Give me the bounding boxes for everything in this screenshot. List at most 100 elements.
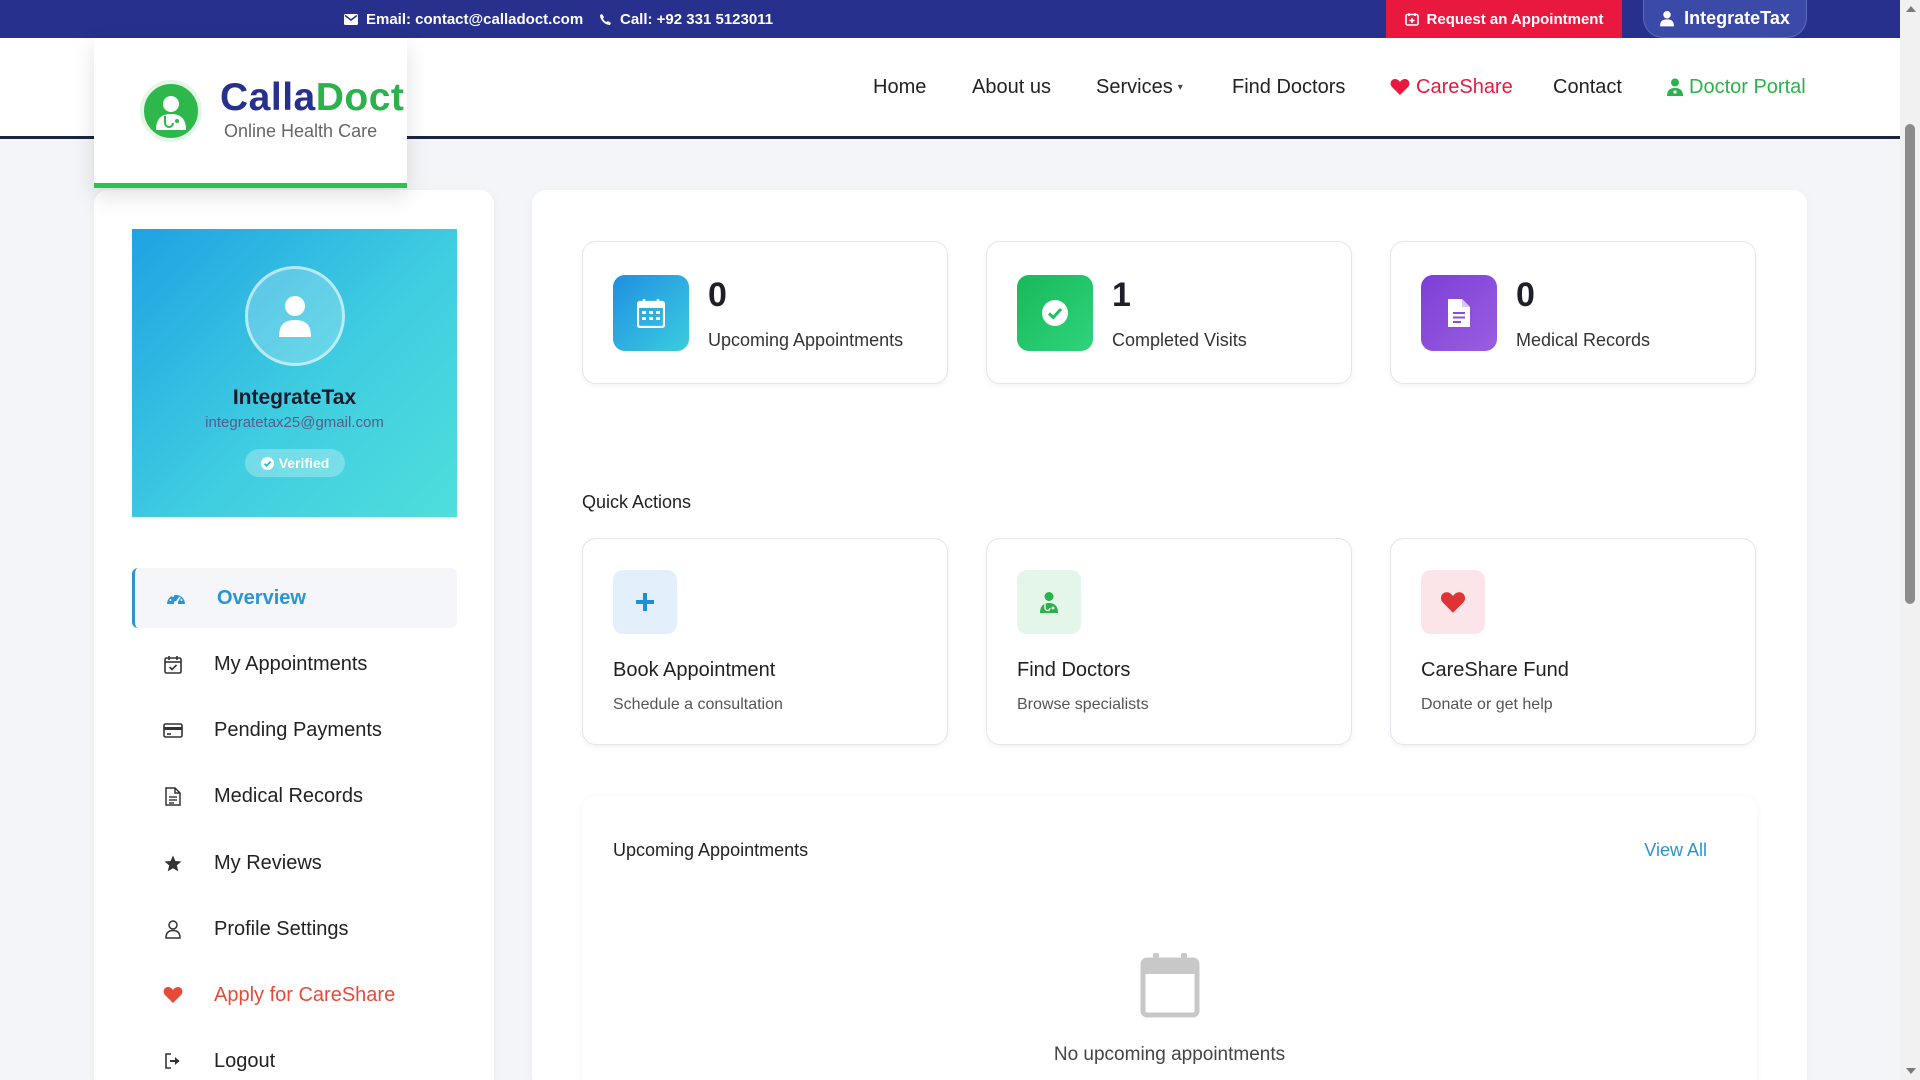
star-icon [162, 852, 184, 874]
sidebar-item-label: Profile Settings [214, 917, 349, 940]
nav-find-doctors[interactable]: Find Doctors [1232, 38, 1345, 136]
document-icon [162, 785, 184, 807]
heart-icon [1390, 78, 1410, 96]
scroll-down-icon[interactable] [1906, 1068, 1916, 1074]
view-all-link[interactable]: View All [1644, 840, 1707, 861]
quick-action-subtitle: Browse specialists [1017, 696, 1149, 713]
quick-action-subtitle: Donate or get help [1421, 696, 1553, 713]
sidebar-item-label: Pending Payments [214, 718, 382, 741]
main-content: 0 Upcoming Appointments 1 Completed Visi… [532, 190, 1807, 1080]
calendar-icon [613, 275, 689, 351]
profile-email: integratetax25@gmail.com [205, 414, 384, 431]
scroll-up-icon[interactable] [1906, 6, 1916, 12]
sidebar-item-medical-records[interactable]: Medical Records [132, 766, 457, 826]
verified-label: Verified [278, 455, 330, 471]
user-icon [1660, 11, 1675, 27]
check-circle-icon [260, 456, 274, 470]
brand-name: CallaDoct [220, 76, 404, 120]
credit-card-icon [162, 719, 184, 741]
logo-doctor-icon [140, 80, 202, 142]
calendar-plus-icon [1404, 12, 1419, 26]
quick-action-find-doctors[interactable]: Find Doctors Browse specialists [986, 538, 1352, 745]
email-text: Email: contact@calladoct.com [366, 10, 584, 28]
stat-value: 0 [708, 276, 727, 314]
sidebar-item-label: My Reviews [214, 851, 322, 874]
stat-card-completed: 1 Completed Visits [986, 241, 1352, 384]
brand-logo[interactable]: CallaDoct Online Health Care [94, 38, 407, 188]
upcoming-appointments-card: Upcoming Appointments View All No upcomi… [582, 796, 1757, 1080]
stat-label: Upcoming Appointments [708, 330, 904, 350]
quick-action-careshare-fund[interactable]: CareShare Fund Donate or get help [1390, 538, 1756, 745]
quick-actions-title: Quick Actions [582, 492, 692, 512]
quick-action-book-appointment[interactable]: Book Appointment Schedule a consultation [582, 538, 948, 745]
email-contact[interactable]: Email: contact@calladoct.com [344, 0, 583, 38]
sidebar-item-logout[interactable]: Logout [132, 1031, 457, 1080]
verified-badge: Verified [245, 449, 345, 477]
upcoming-appointments-title: Upcoming Appointments [613, 840, 809, 860]
heart-icon [1421, 570, 1485, 634]
brand-name-part2: Doct [315, 76, 405, 119]
brand-name-part1: Calla [220, 76, 316, 119]
sidebar-item-label: Overview [217, 586, 306, 609]
logout-icon [162, 1050, 184, 1072]
sidebar-item-label: Logout [214, 1049, 276, 1072]
sidebar-item-label: Apply for CareShare [214, 983, 396, 1006]
phone-text: Call: +92 331 5123011 [620, 10, 774, 28]
quick-action-title: CareShare Fund [1421, 659, 1569, 681]
sidebar: IntegrateTax integratetax25@gmail.com Ve… [94, 190, 494, 1080]
calendar-check-icon [162, 653, 184, 675]
nav-home[interactable]: Home [873, 38, 926, 136]
dashboard-icon [165, 587, 187, 609]
nav-doctor-portal-label: Doctor Portal [1689, 75, 1806, 98]
chevron-down-icon: ▾ [1177, 81, 1183, 93]
request-appointment-button[interactable]: Request an Appointment [1386, 0, 1622, 38]
file-icon [1421, 275, 1497, 351]
sidebar-item-pending-payments[interactable]: Pending Payments [132, 700, 457, 760]
page-scrollbar[interactable] [1900, 0, 1920, 1080]
stat-label: Medical Records [1516, 330, 1651, 350]
nav-about[interactable]: About us [972, 38, 1051, 136]
user-avatar-icon [279, 296, 311, 337]
nav-services[interactable]: Services ▾ [1096, 38, 1183, 136]
top-bar: Email: contact@calladoct.com Call: +92 3… [0, 0, 1900, 38]
quick-action-subtitle: Schedule a consultation [613, 696, 783, 713]
sidebar-item-label: My Appointments [214, 652, 368, 675]
quick-action-title: Book Appointment [613, 659, 776, 681]
nav-services-label: Services [1096, 75, 1173, 98]
empty-calendar-icon [1140, 952, 1200, 1018]
sidebar-item-label: Medical Records [214, 784, 363, 807]
nav-careshare[interactable]: CareShare [1390, 38, 1513, 136]
nav-doctor-portal[interactable]: Doctor Portal [1667, 38, 1806, 136]
sidebar-item-my-reviews[interactable]: My Reviews [132, 833, 457, 893]
envelope-icon [344, 12, 358, 26]
stat-value: 0 [1516, 276, 1535, 314]
profile-card: IntegrateTax integratetax25@gmail.com Ve… [132, 229, 457, 517]
brand-tagline: Online Health Care [224, 121, 378, 141]
scrollbar-thumb[interactable] [1905, 124, 1915, 604]
doctor-icon [1017, 570, 1081, 634]
stat-card-upcoming: 0 Upcoming Appointments [582, 241, 948, 384]
sidebar-item-profile-settings[interactable]: Profile Settings [132, 899, 457, 959]
stat-label: Completed Visits [1112, 330, 1247, 350]
phone-icon [598, 12, 612, 26]
check-circle-icon [1017, 275, 1093, 351]
heart-icon [162, 984, 184, 1006]
avatar[interactable] [245, 266, 345, 366]
sidebar-item-my-appointments[interactable]: My Appointments [132, 634, 457, 694]
plus-icon [613, 570, 677, 634]
quick-action-title: Find Doctors [1017, 659, 1131, 681]
request-appointment-label: Request an Appointment [1426, 10, 1604, 28]
nav-contact[interactable]: Contact [1553, 38, 1622, 136]
doctor-icon [1667, 78, 1683, 96]
profile-name: IntegrateTax [232, 386, 357, 409]
stat-value: 1 [1112, 276, 1131, 314]
empty-state-text: No upcoming appointments [1053, 1044, 1286, 1065]
stat-card-medical-records: 0 Medical Records [1390, 241, 1756, 384]
sidebar-item-apply-careshare[interactable]: Apply for CareShare [132, 965, 457, 1025]
user-menu-button[interactable]: IntegrateTax [1643, 0, 1807, 38]
nav-careshare-label: CareShare [1416, 75, 1513, 98]
phone-contact[interactable]: Call: +92 331 5123011 [598, 0, 773, 38]
sidebar-item-overview[interactable]: Overview [132, 568, 457, 628]
user-outline-icon [162, 918, 184, 940]
user-name: IntegrateTax [1684, 8, 1790, 28]
